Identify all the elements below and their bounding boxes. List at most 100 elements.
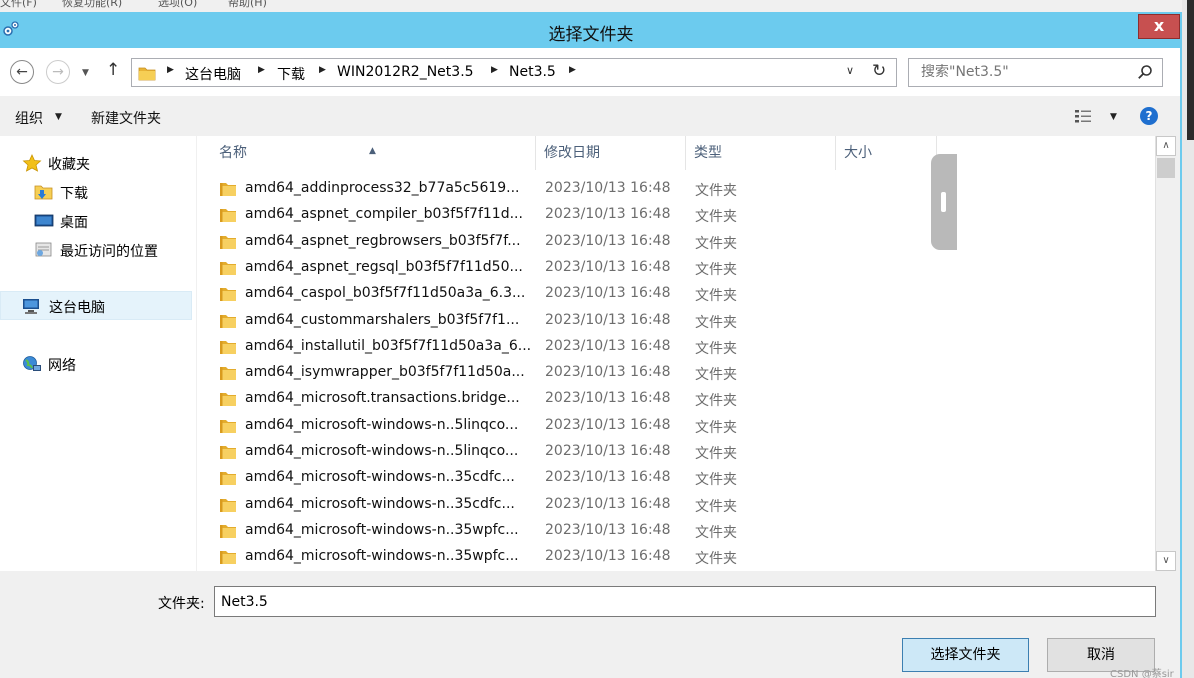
table-row[interactable]: amd64_microsoft-windows-n..35cdfc... 2023…: [197, 465, 937, 491]
column-header-modified-label: 修改日期: [544, 145, 600, 161]
file-type: 文件夹: [695, 393, 737, 410]
file-type: 文件夹: [695, 209, 737, 226]
address-dropdown-icon[interactable]: ∨: [846, 64, 854, 77]
search-input[interactable]: [921, 64, 1121, 80]
organize-menu[interactable]: 组织: [15, 108, 43, 128]
table-row[interactable]: amd64_microsoft.transactions.bridge... 20…: [197, 386, 937, 412]
file-modified-date: 2023/10/13 16:48: [545, 311, 671, 328]
sidebar-label-desktop: 桌面: [60, 215, 88, 231]
navigation-pane: 收藏夹 下载 桌面 最近访问的位置 这台电脑 网络: [0, 136, 196, 571]
scroll-up-icon[interactable]: ∧: [1156, 136, 1176, 156]
table-row[interactable]: amd64_installutil_b03f5f7f11d50a3a_6... 2…: [197, 334, 937, 360]
table-row[interactable]: amd64_aspnet_compiler_b03f5f7f11d... 2023…: [197, 202, 937, 228]
table-row[interactable]: amd64_aspnet_regbrowsers_b03f5f7f... 2023…: [197, 229, 937, 255]
file-name: amd64_microsoft.transactions.bridge...: [245, 390, 520, 407]
table-row[interactable]: amd64_aspnet_regsql_b03f5f7f11d50... 2023…: [197, 255, 937, 281]
bg-menu-file: 文件(F): [0, 0, 37, 9]
pane-splitter-handle[interactable]: [931, 154, 957, 250]
folder-label: 文件夹:: [158, 596, 205, 612]
table-row[interactable]: amd64_addinprocess32_b77a5c5619... 2023/1…: [197, 176, 937, 202]
sort-ascending-icon: ▲: [369, 146, 376, 156]
file-type: 文件夹: [695, 288, 737, 305]
table-row[interactable]: amd64_microsoft-windows-n..5linqco... 202…: [197, 439, 937, 465]
file-name: amd64_isymwrapper_b03f5f7f11d50a...: [245, 364, 525, 381]
file-name: amd64_microsoft-windows-n..35cdfc...: [245, 495, 515, 512]
folder-icon: [220, 446, 236, 459]
breadcrumb-this-pc[interactable]: 这台电脑: [185, 64, 241, 84]
search-icon[interactable]: [1137, 64, 1153, 80]
file-modified-date: 2023/10/13 16:48: [545, 469, 671, 486]
new-folder-button[interactable]: 新建文件夹: [91, 108, 161, 128]
up-arrow-icon[interactable]: ↑: [106, 60, 120, 80]
breadcrumb-separator-icon[interactable]: ▶: [491, 65, 498, 75]
file-name: amd64_installutil_b03f5f7f11d50a3a_6...: [245, 337, 532, 354]
file-name: amd64_custommarshalers_b03f5f7f1...: [245, 311, 520, 328]
folder-icon: [220, 472, 236, 486]
back-button[interactable]: ←: [10, 60, 34, 84]
forward-arrow-icon: →: [52, 64, 64, 80]
folder-name-input[interactable]: [214, 586, 1156, 617]
folder-icon: [220, 288, 236, 302]
file-type: 文件夹: [695, 551, 737, 568]
file-name: amd64_microsoft-windows-n..35wpfc...: [245, 521, 519, 538]
file-name: amd64_aspnet_compiler_b03f5f7f11d...: [245, 206, 523, 223]
file-modified-date: 2023/10/13 16:48: [545, 285, 671, 302]
right-window-edge: [1182, 0, 1194, 678]
folder-icon: [220, 314, 236, 328]
file-modified-date: 2023/10/13 16:48: [545, 548, 671, 565]
organize-chevron-icon[interactable]: ▼: [55, 112, 62, 122]
breadcrumb-separator-icon[interactable]: ▶: [258, 65, 265, 75]
help-icon[interactable]: ?: [1140, 107, 1158, 125]
view-chevron-icon[interactable]: ▼: [1110, 112, 1117, 122]
breadcrumb-downloads[interactable]: 下载: [277, 64, 305, 84]
column-header-size[interactable]: 大小: [836, 136, 937, 170]
file-type: 文件夹: [695, 367, 737, 384]
close-button[interactable]: x: [1138, 14, 1180, 39]
folder-icon: [220, 367, 236, 381]
column-header-modified[interactable]: 修改日期: [536, 136, 686, 170]
column-header-type[interactable]: 类型: [686, 136, 836, 170]
title-bar[interactable]: 选择文件夹 x: [0, 12, 1182, 48]
breadcrumb-net35[interactable]: Net3.5: [509, 64, 556, 80]
file-type: 文件夹: [695, 472, 737, 489]
sidebar-label-network: 网络: [48, 358, 76, 374]
select-folder-button[interactable]: 选择文件夹: [902, 638, 1029, 672]
file-modified-date: 2023/10/13 16:48: [545, 390, 671, 407]
table-row[interactable]: amd64_microsoft-windows-n..5linqco... 202…: [197, 413, 937, 439]
breadcrumb-win2012r2[interactable]: WIN2012R2_Net3.5: [337, 64, 474, 80]
search-box[interactable]: [908, 58, 1163, 87]
address-bar[interactable]: ▶ 这台电脑 ▶ 下载 ▶ WIN2012R2_Net3.5 ▶ Net3.5 …: [131, 58, 897, 87]
file-modified-date: 2023/10/13 16:48: [545, 258, 671, 275]
column-header-size-label: 大小: [844, 145, 872, 161]
folder-icon: [220, 261, 236, 275]
view-options-icon[interactable]: [1074, 108, 1094, 124]
scroll-down-icon[interactable]: ∨: [1156, 551, 1176, 571]
file-type: 文件夹: [695, 419, 737, 436]
dialog-title: 选择文件夹: [548, 25, 634, 45]
column-header-row: ▲ 名称 修改日期 类型 大小: [197, 136, 937, 170]
dialog-client: ← → ▼ ↑ ▶ 这台电脑 ▶ 下载 ▶ WIN2012R2_Net3.5 ▶…: [0, 48, 1180, 678]
breadcrumb-separator-icon[interactable]: ▶: [167, 65, 174, 75]
table-row[interactable]: amd64_custommarshalers_b03f5f7f1... 2023/…: [197, 308, 937, 334]
column-header-name[interactable]: ▲ 名称: [197, 136, 536, 170]
scrollbar-thumb[interactable]: [1157, 158, 1175, 178]
downloads-folder-icon: [34, 185, 53, 200]
table-row[interactable]: amd64_isymwrapper_b03f5f7f11d50a... 2023/…: [197, 360, 937, 386]
breadcrumb-separator-icon[interactable]: ▶: [319, 65, 326, 75]
table-row[interactable]: amd64_microsoft-windows-n..35cdfc... 2023…: [197, 492, 937, 518]
vertical-scrollbar[interactable]: ∧ ∨: [1155, 136, 1176, 571]
file-type: 文件夹: [695, 446, 737, 462]
refresh-icon[interactable]: ↻: [872, 61, 886, 81]
table-row[interactable]: amd64_microsoft-windows-n..35wpfc... 2023…: [197, 544, 937, 570]
folder-icon: [220, 524, 236, 538]
folder-icon: [220, 235, 236, 249]
forward-button[interactable]: →: [46, 60, 70, 84]
recent-locations-chevron-icon[interactable]: ▼: [82, 68, 89, 78]
sidebar-label-recent: 最近访问的位置: [60, 244, 158, 260]
breadcrumb-separator-icon[interactable]: ▶: [569, 65, 576, 75]
table-row[interactable]: amd64_microsoft-windows-n..35wpfc... 2023…: [197, 518, 937, 544]
sidebar-item-this-pc[interactable]: 这台电脑: [0, 291, 192, 320]
desktop-icon: [34, 214, 54, 227]
table-row[interactable]: amd64_caspol_b03f5f7f11d50a3a_6.3... 2023…: [197, 281, 937, 307]
file-type: 文件夹: [695, 340, 737, 357]
